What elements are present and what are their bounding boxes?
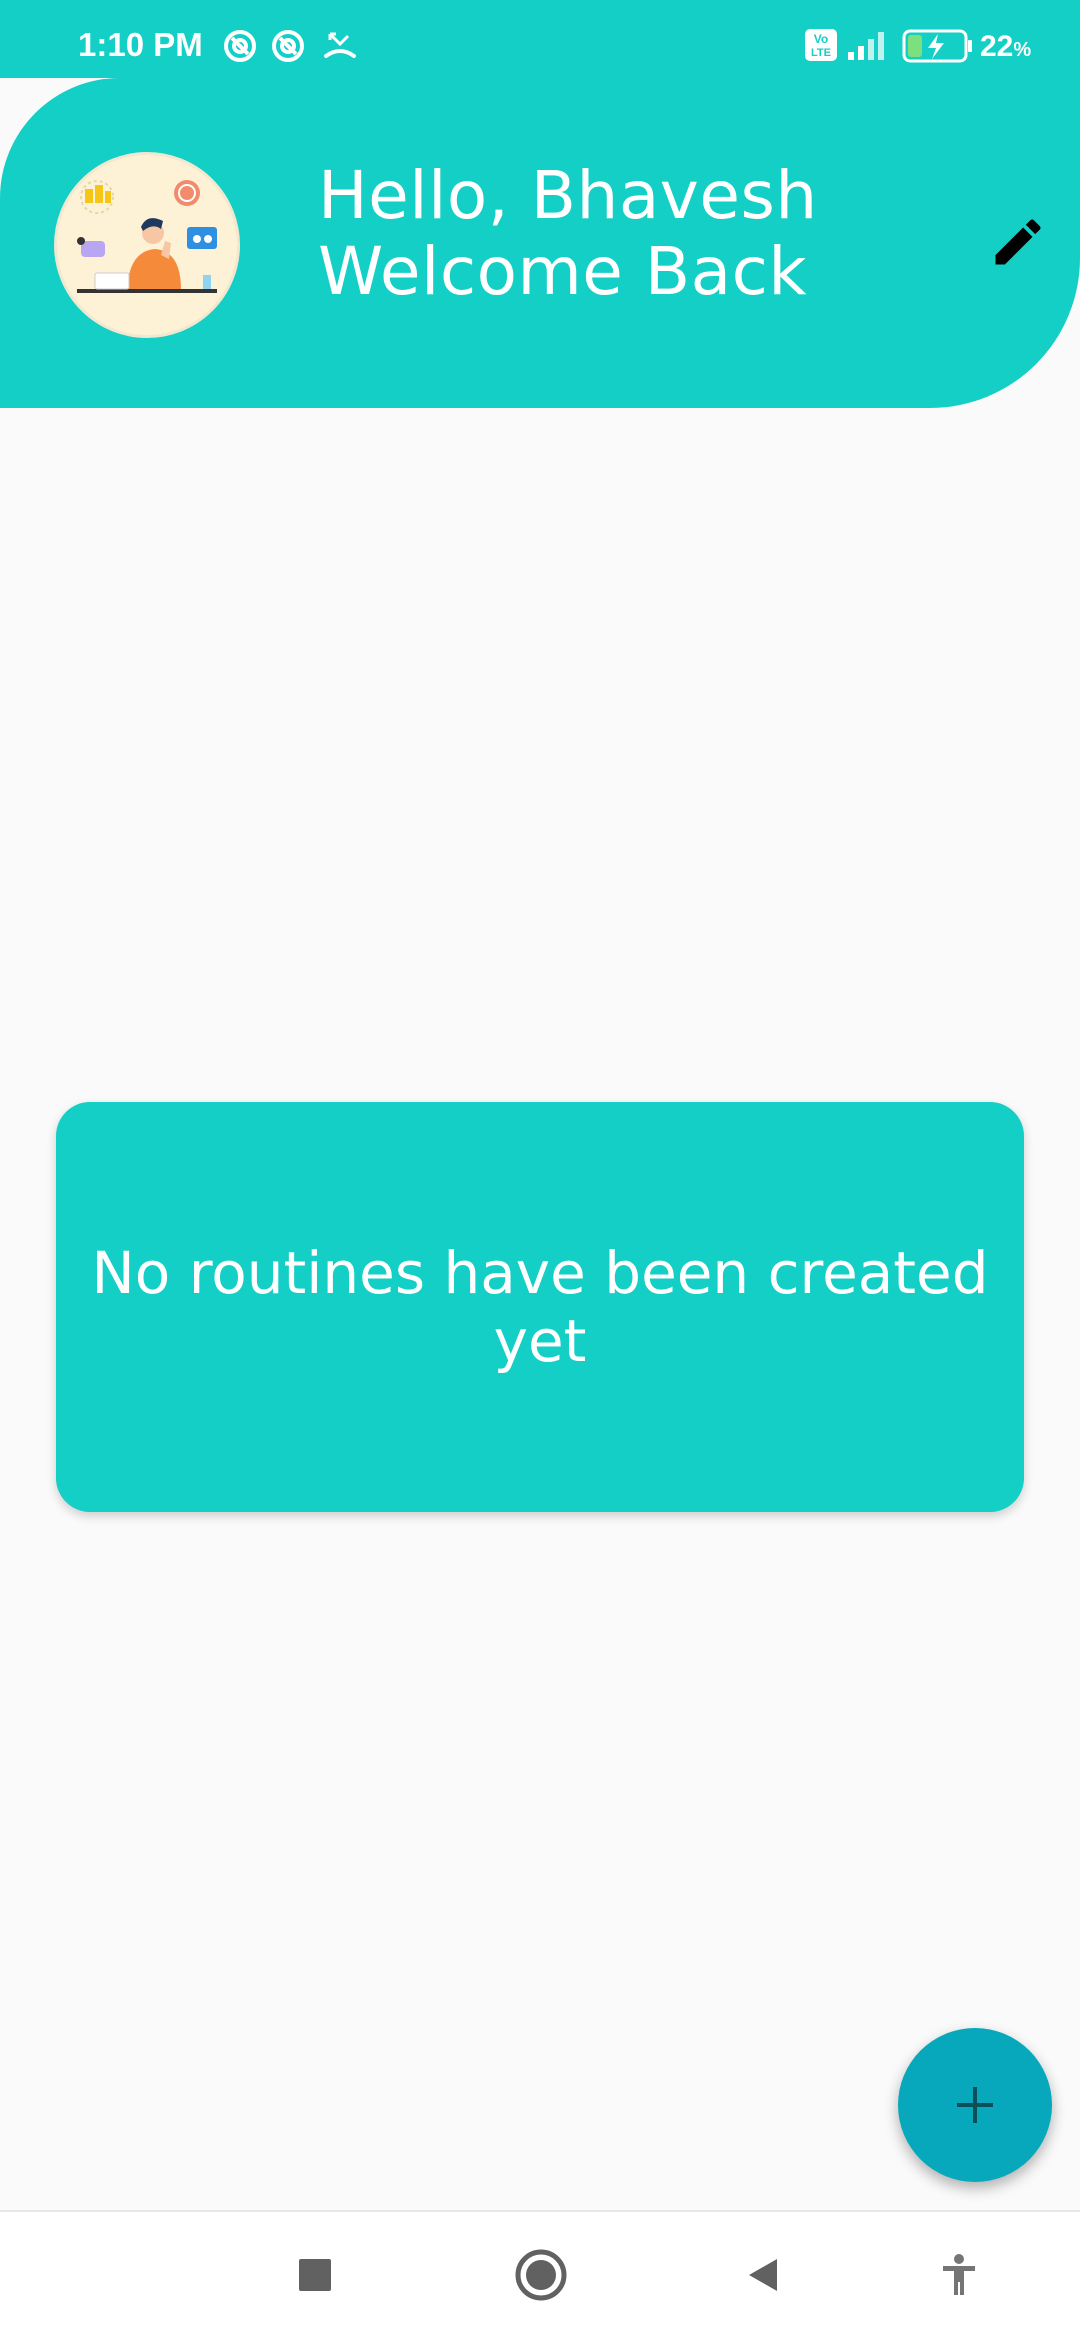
accessibility-button[interactable] — [924, 2240, 994, 2310]
back-triangle-icon — [749, 2259, 777, 2291]
accessibility-icon — [943, 2254, 975, 2295]
svg-text:LTE: LTE — [811, 47, 831, 59]
greeting-line-name: Hello, Bhavesh — [318, 157, 818, 234]
add-routine-button[interactable] — [898, 2028, 1052, 2182]
battery-charging-icon — [902, 29, 972, 63]
home-circle-icon — [515, 2249, 567, 2301]
recents-square-icon — [299, 2259, 331, 2291]
missed-call-icon — [324, 32, 356, 58]
plus-icon — [957, 2087, 993, 2123]
status-time: 1:10 PM — [78, 26, 203, 63]
recents-button[interactable] — [280, 2240, 350, 2310]
greeting-text: Hello, Bhavesh Welcome Back — [318, 158, 818, 310]
home-button[interactable] — [506, 2240, 576, 2310]
user-avatar[interactable] — [54, 152, 240, 338]
avatar-illustration — [57, 155, 237, 335]
empty-routines-message: No routines have been created yet — [91, 1239, 989, 1375]
empty-routines-card: No routines have been created yet — [56, 1102, 1024, 1512]
signal-icon — [848, 32, 884, 60]
svg-text:Vo: Vo — [814, 32, 828, 46]
volte-icon: Vo LTE — [805, 29, 837, 61]
at-sign-icon — [224, 30, 256, 62]
pencil-edit-icon — [995, 219, 1041, 265]
battery-percentage: 22% — [980, 30, 1032, 63]
status-bar: 1:10 PM Vo LTE 22% — [0, 0, 1080, 80]
system-navigation-bar — [0, 2210, 1080, 2342]
at-sign-icon — [272, 30, 304, 62]
edit-profile-button[interactable] — [988, 212, 1048, 272]
back-button[interactable] — [728, 2240, 798, 2310]
greeting-line-welcome: Welcome Back — [318, 233, 808, 310]
